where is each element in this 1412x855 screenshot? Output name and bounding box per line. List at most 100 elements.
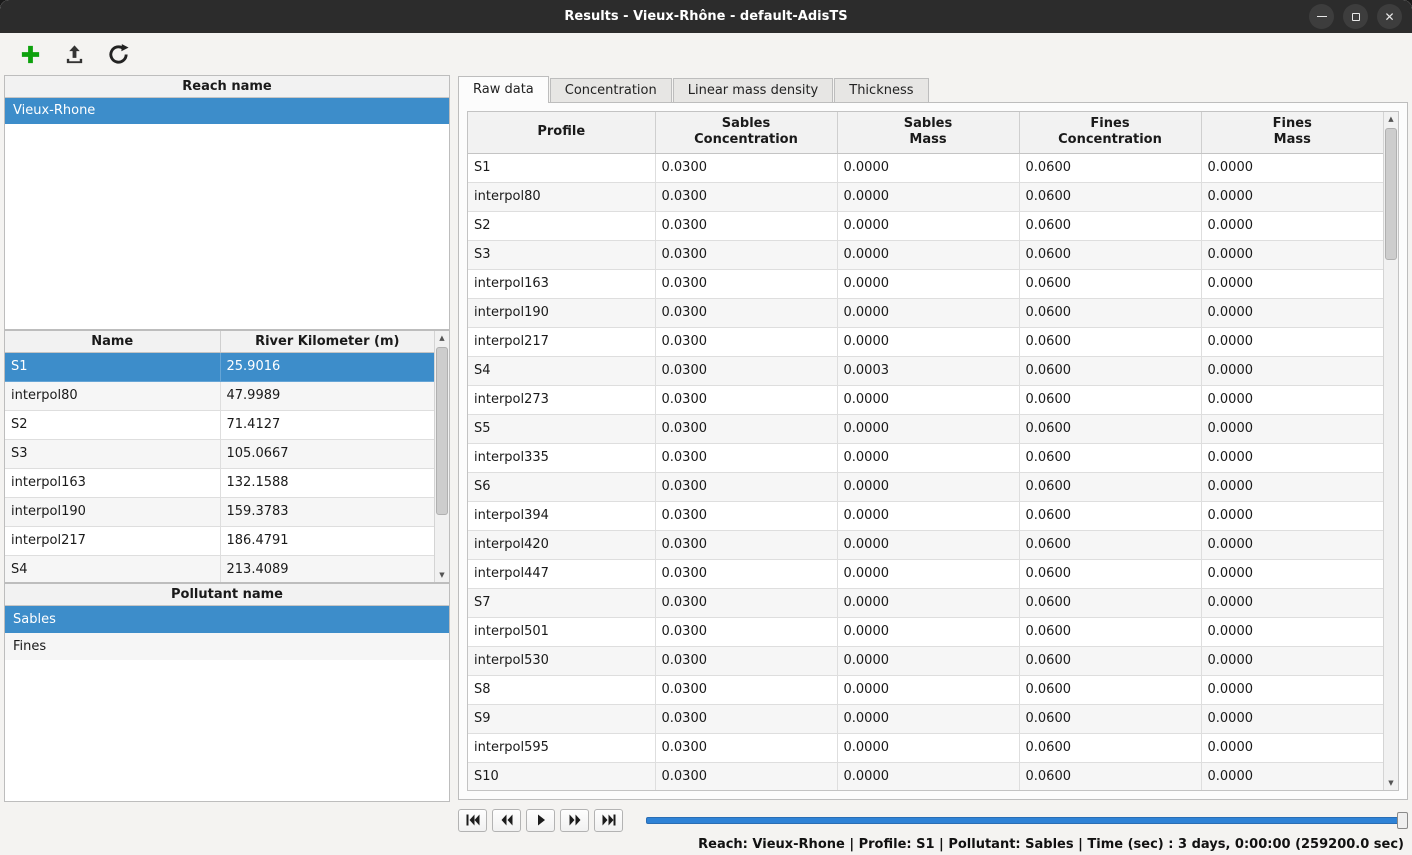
data-row[interactable]: S60.03000.00000.06000.0000 <box>468 472 1383 501</box>
data-cell[interactable]: 0.0000 <box>1201 704 1383 733</box>
data-cell[interactable]: 0.0000 <box>1201 211 1383 240</box>
data-cell[interactable]: 0.0000 <box>1201 414 1383 443</box>
profile-row[interactable]: interpol163132.1588 <box>5 468 434 497</box>
data-cell[interactable]: 0.0300 <box>655 588 837 617</box>
data-cell[interactable]: interpol420 <box>468 530 655 559</box>
data-row[interactable]: S40.03000.00030.06000.0000 <box>468 356 1383 385</box>
data-cell[interactable]: 0.0000 <box>1201 646 1383 675</box>
scroll-up-icon[interactable]: ▲ <box>1384 112 1398 126</box>
data-cell[interactable]: 0.0300 <box>655 240 837 269</box>
profiles-scrollbar-thumb[interactable] <box>436 347 448 515</box>
profile-cell[interactable]: 186.4791 <box>220 526 434 555</box>
data-cell[interactable]: interpol163 <box>468 269 655 298</box>
data-row[interactable]: interpol800.03000.00000.06000.0000 <box>468 182 1383 211</box>
col-fines-mass[interactable]: Fines Mass <box>1201 112 1383 153</box>
data-cell[interactable]: 0.0000 <box>837 704 1019 733</box>
pollutant-list-item[interactable]: Fines <box>5 633 449 660</box>
data-cell[interactable]: 0.0300 <box>655 472 837 501</box>
data-cell[interactable]: 0.0600 <box>1019 559 1201 588</box>
profile-row[interactable]: S271.4127 <box>5 410 434 439</box>
data-cell[interactable]: 0.0000 <box>1201 617 1383 646</box>
data-cell[interactable]: 0.0000 <box>1201 182 1383 211</box>
data-cell[interactable]: S4 <box>468 356 655 385</box>
data-cell[interactable]: 0.0600 <box>1019 414 1201 443</box>
data-cell[interactable]: 0.0000 <box>1201 385 1383 414</box>
export-button[interactable] <box>61 41 87 67</box>
data-cell[interactable]: S7 <box>468 588 655 617</box>
pollutant-list-item[interactable]: Sables <box>5 606 449 633</box>
data-cell[interactable]: interpol273 <box>468 385 655 414</box>
data-cell[interactable]: S3 <box>468 240 655 269</box>
profile-cell[interactable]: 159.3783 <box>220 497 434 526</box>
data-cell[interactable]: 0.0000 <box>1201 443 1383 472</box>
data-cell[interactable]: 0.0000 <box>837 385 1019 414</box>
profile-row[interactable]: interpol217186.4791 <box>5 526 434 555</box>
data-cell[interactable]: 0.0300 <box>655 356 837 385</box>
profile-cell[interactable]: 71.4127 <box>220 410 434 439</box>
data-cell[interactable]: S10 <box>468 762 655 791</box>
data-row[interactable]: S10.03000.00000.06000.0000 <box>468 153 1383 182</box>
data-cell[interactable]: 0.0000 <box>1201 356 1383 385</box>
data-row[interactable]: interpol2730.03000.00000.06000.0000 <box>468 385 1383 414</box>
data-cell[interactable]: 0.0000 <box>837 269 1019 298</box>
data-cell[interactable]: S8 <box>468 675 655 704</box>
data-cell[interactable]: 0.0300 <box>655 182 837 211</box>
profile-row[interactable]: S125.9016 <box>5 352 434 381</box>
profile-cell[interactable]: interpol217 <box>5 526 220 555</box>
data-cell[interactable]: 0.0000 <box>837 646 1019 675</box>
data-cell[interactable]: interpol501 <box>468 617 655 646</box>
data-cell[interactable]: 0.0000 <box>837 675 1019 704</box>
data-cell[interactable]: 0.0000 <box>1201 559 1383 588</box>
profile-cell[interactable]: interpol190 <box>5 497 220 526</box>
data-cell[interactable]: 0.0600 <box>1019 646 1201 675</box>
data-cell[interactable]: 0.0000 <box>837 240 1019 269</box>
data-cell[interactable]: 0.0000 <box>1201 501 1383 530</box>
data-cell[interactable]: 0.0600 <box>1019 269 1201 298</box>
data-cell[interactable]: 0.0000 <box>837 762 1019 791</box>
data-cell[interactable]: 0.0000 <box>837 211 1019 240</box>
data-cell[interactable]: 0.0000 <box>837 414 1019 443</box>
profile-cell[interactable]: 213.4089 <box>220 555 434 583</box>
table-scrollbar[interactable]: ▲ ▼ <box>1383 112 1398 790</box>
data-cell[interactable]: 0.0000 <box>837 153 1019 182</box>
profile-cell[interactable]: 105.0667 <box>220 439 434 468</box>
profile-row[interactable]: interpol190159.3783 <box>5 497 434 526</box>
data-cell[interactable]: 0.0000 <box>1201 762 1383 791</box>
rewind-button[interactable] <box>492 809 521 832</box>
data-row[interactable]: interpol1630.03000.00000.06000.0000 <box>468 269 1383 298</box>
data-cell[interactable]: 0.0300 <box>655 269 837 298</box>
data-cell[interactable]: 0.0000 <box>1201 327 1383 356</box>
data-cell[interactable]: 0.0300 <box>655 298 837 327</box>
profile-cell[interactable]: S3 <box>5 439 220 468</box>
data-cell[interactable]: 0.0600 <box>1019 240 1201 269</box>
data-cell[interactable]: 0.0300 <box>655 646 837 675</box>
data-cell[interactable]: 0.0000 <box>1201 269 1383 298</box>
scroll-down-icon[interactable]: ▼ <box>435 568 449 582</box>
data-cell[interactable]: 0.0600 <box>1019 443 1201 472</box>
data-cell[interactable]: 0.0300 <box>655 327 837 356</box>
reach-list-item[interactable]: Vieux-Rhone <box>5 98 449 124</box>
skip-to-end-button[interactable] <box>594 809 623 832</box>
data-cell[interactable]: S9 <box>468 704 655 733</box>
profile-cell[interactable]: S4 <box>5 555 220 583</box>
col-profile[interactable]: Profile <box>468 112 655 153</box>
data-cell[interactable]: 0.0300 <box>655 675 837 704</box>
data-row[interactable]: S90.03000.00000.06000.0000 <box>468 704 1383 733</box>
profiles-scrollbar[interactable]: ▲ ▼ <box>434 331 449 582</box>
fast-forward-button[interactable] <box>560 809 589 832</box>
close-button[interactable]: ✕ <box>1377 4 1402 29</box>
data-cell[interactable]: S5 <box>468 414 655 443</box>
skip-to-start-button[interactable] <box>458 809 487 832</box>
tab-raw-data[interactable]: Raw data <box>458 76 549 103</box>
data-cell[interactable]: 0.0000 <box>1201 472 1383 501</box>
data-cell[interactable]: 0.0000 <box>837 559 1019 588</box>
data-cell[interactable]: interpol335 <box>468 443 655 472</box>
profiles-col-river-km[interactable]: River Kilometer (m) <box>220 331 434 352</box>
col-sables-concentration[interactable]: Sables Concentration <box>655 112 837 153</box>
data-cell[interactable]: 0.0600 <box>1019 704 1201 733</box>
tab-concentration[interactable]: Concentration <box>550 78 672 102</box>
data-row[interactable]: interpol5300.03000.00000.06000.0000 <box>468 646 1383 675</box>
data-cell[interactable]: 0.0600 <box>1019 153 1201 182</box>
data-cell[interactable]: 0.0600 <box>1019 588 1201 617</box>
data-cell[interactable]: 0.0000 <box>1201 530 1383 559</box>
